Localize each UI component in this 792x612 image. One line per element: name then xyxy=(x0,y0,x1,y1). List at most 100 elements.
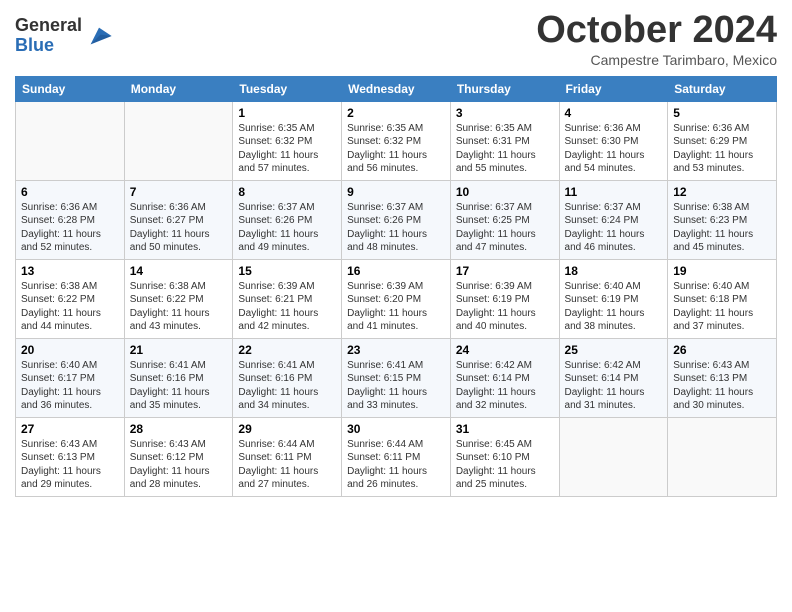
header-day-saturday: Saturday xyxy=(668,76,777,101)
day-number: 17 xyxy=(456,264,554,278)
calendar-cell: 25 Sunrise: 6:42 AMSunset: 6:14 PMDayligh… xyxy=(559,338,668,417)
calendar-cell: 15Sunrise: 6:39 AMSunset: 6:21 PMDayligh… xyxy=(233,259,342,338)
day-number: 26 xyxy=(673,343,771,357)
calendar-cell: 27 Sunrise: 6:43 AMSunset: 6:13 PMDayligh… xyxy=(16,417,125,496)
day-number: 24 xyxy=(456,343,554,357)
logo: General Blue xyxy=(15,16,113,56)
day-number: 8 xyxy=(238,185,336,199)
calendar-cell xyxy=(124,101,233,180)
day-info: Sunrise: 6:39 AMSunset: 6:21 PMDaylight:… xyxy=(238,280,336,334)
calendar-cell: 28Sunrise: 6:43 AMSunset: 6:12 PMDayligh… xyxy=(124,417,233,496)
page-header: General Blue October 2024 Campestre Tari… xyxy=(15,10,777,68)
day-info: Sunrise: 6:43 AMSunset: 6:13 PMDaylight:… xyxy=(21,438,119,492)
day-info: Sunrise: 6:45 AMSunset: 6:10 PMDaylight:… xyxy=(456,438,554,492)
calendar-cell: 26 Sunrise: 6:43 AMSunset: 6:13 PMDayligh… xyxy=(668,338,777,417)
calendar-cell: 30Sunrise: 6:44 AMSunset: 6:11 PMDayligh… xyxy=(342,417,451,496)
header-row: SundayMondayTuesdayWednesdayThursdayFrid… xyxy=(16,76,777,101)
day-number: 12 xyxy=(673,185,771,199)
day-info: Sunrise: 6:37 AMSunset: 6:24 PMDaylight:… xyxy=(565,201,663,255)
calendar-week-4: 20 Sunrise: 6:40 AMSunset: 6:17 PMDayligh… xyxy=(16,338,777,417)
day-number: 14 xyxy=(130,264,228,278)
header-day-sunday: Sunday xyxy=(16,76,125,101)
day-info: Sunrise: 6:36 AMSunset: 6:28 PMDaylight:… xyxy=(21,201,119,255)
header-day-thursday: Thursday xyxy=(450,76,559,101)
day-number: 3 xyxy=(456,106,554,120)
calendar-cell xyxy=(668,417,777,496)
calendar-cell: 2 Sunrise: 6:35 AMSunset: 6:32 PMDaylight… xyxy=(342,101,451,180)
day-info: Sunrise: 6:40 AMSunset: 6:19 PMDaylight:… xyxy=(565,280,663,334)
day-info: Sunrise: 6:37 AMSunset: 6:25 PMDaylight:… xyxy=(456,201,554,255)
day-info: Sunrise: 6:36 AMSunset: 6:30 PMDaylight:… xyxy=(565,122,663,176)
day-info: Sunrise: 6:39 AMSunset: 6:19 PMDaylight:… xyxy=(456,280,554,334)
day-info: Sunrise: 6:40 AMSunset: 6:18 PMDaylight:… xyxy=(673,280,771,334)
day-number: 20 xyxy=(21,343,119,357)
logo-general-text: General xyxy=(15,16,82,36)
day-number: 13 xyxy=(21,264,119,278)
calendar-week-5: 27 Sunrise: 6:43 AMSunset: 6:13 PMDayligh… xyxy=(16,417,777,496)
calendar-cell: 24 Sunrise: 6:42 AMSunset: 6:14 PMDayligh… xyxy=(450,338,559,417)
day-info: Sunrise: 6:35 AMSunset: 6:32 PMDaylight:… xyxy=(238,122,336,176)
calendar-cell: 20 Sunrise: 6:40 AMSunset: 6:17 PMDayligh… xyxy=(16,338,125,417)
logo-icon xyxy=(85,22,113,50)
calendar-cell: 7Sunrise: 6:36 AMSunset: 6:27 PMDaylight… xyxy=(124,180,233,259)
day-number: 11 xyxy=(565,185,663,199)
calendar-cell: 29 Sunrise: 6:44 AMSunset: 6:11 PMDayligh… xyxy=(233,417,342,496)
header-day-tuesday: Tuesday xyxy=(233,76,342,101)
header-day-friday: Friday xyxy=(559,76,668,101)
logo-blue-text: Blue xyxy=(15,36,82,56)
day-info: Sunrise: 6:43 AMSunset: 6:13 PMDaylight:… xyxy=(673,359,771,413)
calendar-cell: 11 Sunrise: 6:37 AMSunset: 6:24 PMDayligh… xyxy=(559,180,668,259)
day-info: Sunrise: 6:41 AMSunset: 6:15 PMDaylight:… xyxy=(347,359,445,413)
calendar-cell: 12 Sunrise: 6:38 AMSunset: 6:23 PMDayligh… xyxy=(668,180,777,259)
day-info: Sunrise: 6:40 AMSunset: 6:17 PMDaylight:… xyxy=(21,359,119,413)
day-number: 7 xyxy=(130,185,228,199)
calendar-cell: 16 Sunrise: 6:39 AMSunset: 6:20 PMDayligh… xyxy=(342,259,451,338)
header-day-wednesday: Wednesday xyxy=(342,76,451,101)
day-info: Sunrise: 6:44 AMSunset: 6:11 PMDaylight:… xyxy=(238,438,336,492)
calendar-cell: 14Sunrise: 6:38 AMSunset: 6:22 PMDayligh… xyxy=(124,259,233,338)
calendar-cell: 31Sunrise: 6:45 AMSunset: 6:10 PMDayligh… xyxy=(450,417,559,496)
location-subtitle: Campestre Tarimbaro, Mexico xyxy=(536,52,777,68)
header-day-monday: Monday xyxy=(124,76,233,101)
day-number: 10 xyxy=(456,185,554,199)
day-info: Sunrise: 6:38 AMSunset: 6:23 PMDaylight:… xyxy=(673,201,771,255)
day-info: Sunrise: 6:35 AMSunset: 6:31 PMDaylight:… xyxy=(456,122,554,176)
day-info: Sunrise: 6:41 AMSunset: 6:16 PMDaylight:… xyxy=(238,359,336,413)
day-info: Sunrise: 6:39 AMSunset: 6:20 PMDaylight:… xyxy=(347,280,445,334)
day-number: 9 xyxy=(347,185,445,199)
calendar-cell: 17 Sunrise: 6:39 AMSunset: 6:19 PMDayligh… xyxy=(450,259,559,338)
calendar-cell: 6Sunrise: 6:36 AMSunset: 6:28 PMDaylight… xyxy=(16,180,125,259)
day-number: 1 xyxy=(238,106,336,120)
day-number: 16 xyxy=(347,264,445,278)
day-number: 25 xyxy=(565,343,663,357)
day-number: 5 xyxy=(673,106,771,120)
calendar-cell: 9Sunrise: 6:37 AMSunset: 6:26 PMDaylight… xyxy=(342,180,451,259)
calendar-table: SundayMondayTuesdayWednesdayThursdayFrid… xyxy=(15,76,777,497)
day-number: 27 xyxy=(21,422,119,436)
calendar-header: SundayMondayTuesdayWednesdayThursdayFrid… xyxy=(16,76,777,101)
day-number: 21 xyxy=(130,343,228,357)
day-info: Sunrise: 6:42 AMSunset: 6:14 PMDaylight:… xyxy=(456,359,554,413)
calendar-cell: 19Sunrise: 6:40 AMSunset: 6:18 PMDayligh… xyxy=(668,259,777,338)
day-info: Sunrise: 6:36 AMSunset: 6:29 PMDaylight:… xyxy=(673,122,771,176)
day-info: Sunrise: 6:35 AMSunset: 6:32 PMDaylight:… xyxy=(347,122,445,176)
calendar-cell: 13 Sunrise: 6:38 AMSunset: 6:22 PMDayligh… xyxy=(16,259,125,338)
day-number: 2 xyxy=(347,106,445,120)
day-info: Sunrise: 6:38 AMSunset: 6:22 PMDaylight:… xyxy=(21,280,119,334)
day-number: 18 xyxy=(565,264,663,278)
calendar-cell xyxy=(16,101,125,180)
calendar-cell: 4 Sunrise: 6:36 AMSunset: 6:30 PMDaylight… xyxy=(559,101,668,180)
month-title: October 2024 xyxy=(536,10,777,52)
day-number: 4 xyxy=(565,106,663,120)
day-info: Sunrise: 6:44 AMSunset: 6:11 PMDaylight:… xyxy=(347,438,445,492)
calendar-week-2: 6Sunrise: 6:36 AMSunset: 6:28 PMDaylight… xyxy=(16,180,777,259)
calendar-cell: 3 Sunrise: 6:35 AMSunset: 6:31 PMDaylight… xyxy=(450,101,559,180)
day-info: Sunrise: 6:42 AMSunset: 6:14 PMDaylight:… xyxy=(565,359,663,413)
calendar-week-3: 13 Sunrise: 6:38 AMSunset: 6:22 PMDayligh… xyxy=(16,259,777,338)
day-info: Sunrise: 6:43 AMSunset: 6:12 PMDaylight:… xyxy=(130,438,228,492)
day-number: 29 xyxy=(238,422,336,436)
title-area: October 2024 Campestre Tarimbaro, Mexico xyxy=(536,10,777,68)
calendar-body: 1 Sunrise: 6:35 AMSunset: 6:32 PMDaylight… xyxy=(16,101,777,496)
calendar-cell: 22Sunrise: 6:41 AMSunset: 6:16 PMDayligh… xyxy=(233,338,342,417)
calendar-cell: 21Sunrise: 6:41 AMSunset: 6:16 PMDayligh… xyxy=(124,338,233,417)
